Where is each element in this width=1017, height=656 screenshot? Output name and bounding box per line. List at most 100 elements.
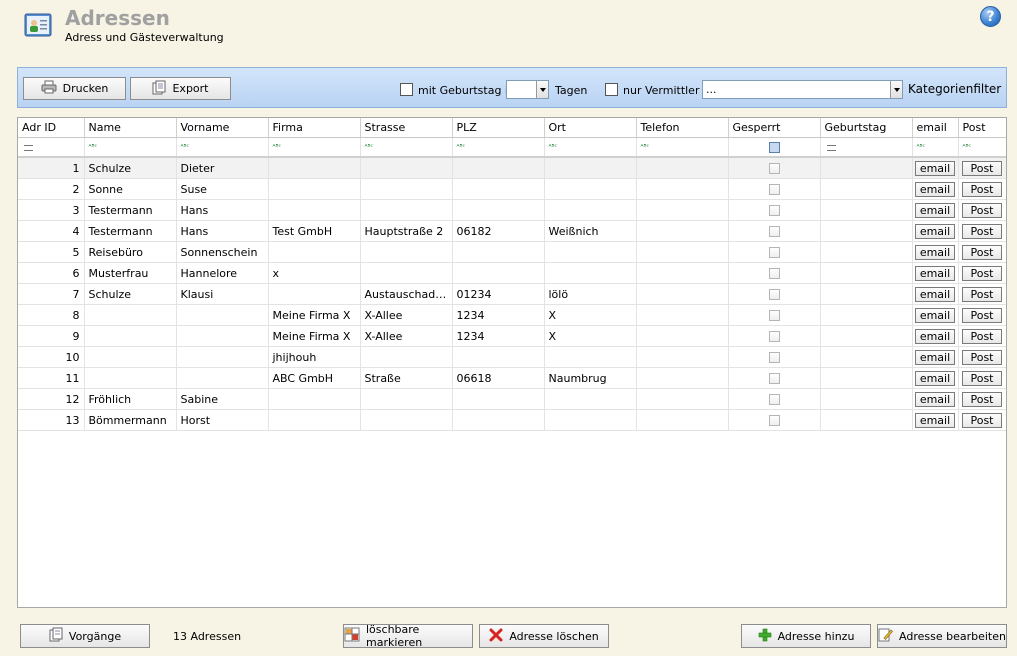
locked-checkbox[interactable]	[768, 184, 780, 195]
post-button[interactable]: Post	[962, 202, 1002, 218]
column-header-adr-id[interactable]: Adr ID	[18, 118, 85, 138]
cell-firma[interactable]	[268, 388, 361, 410]
cell-name[interactable]: Testermann	[84, 220, 177, 242]
cell-plz[interactable]	[452, 178, 545, 200]
filter-cell[interactable]: ᴬᴮᶜ	[636, 137, 729, 158]
agent-checkbox[interactable]	[605, 83, 618, 96]
chevron-down-icon[interactable]	[890, 81, 902, 98]
cell-vorname[interactable]: Hans	[176, 199, 269, 221]
cell-name[interactable]	[84, 367, 177, 389]
cell-plz[interactable]: 06618	[452, 367, 545, 389]
filter-cell[interactable]: ᴬᴮᶜ	[360, 137, 453, 158]
cell-plz[interactable]	[452, 157, 545, 179]
cell-strasse[interactable]	[360, 388, 453, 410]
email-button[interactable]: email	[915, 181, 955, 197]
cell-id[interactable]: 13	[18, 409, 85, 431]
cell-geburtstag[interactable]	[820, 262, 913, 284]
locked-checkbox[interactable]	[768, 310, 780, 321]
cell-firma[interactable]	[268, 409, 361, 431]
table-row[interactable]: 4 Testermann Hans Test GmbH Hauptstraße 2 061…	[18, 220, 1006, 242]
equals-filter-icon[interactable]	[826, 144, 836, 151]
table-row[interactable]: 8 Meine Firma X X-Allee 1234 Xemail Post	[18, 304, 1006, 326]
cell-ort[interactable]: X	[544, 304, 637, 326]
cell-ort[interactable]: X	[544, 325, 637, 347]
post-button[interactable]: Post	[962, 286, 1002, 302]
text-filter-icon[interactable]: ᴬᴮᶜ	[917, 143, 926, 152]
email-button[interactable]: email	[915, 286, 955, 302]
cell-plz[interactable]	[452, 346, 545, 368]
birthday-checkbox[interactable]	[400, 83, 413, 96]
post-button[interactable]: Post	[962, 265, 1002, 281]
locked-checkbox[interactable]	[768, 247, 780, 258]
column-header-telefon[interactable]: Telefon	[636, 118, 729, 138]
cell-id[interactable]: 9	[18, 325, 85, 347]
cell-name[interactable]: Bömmermann	[84, 409, 177, 431]
filter-cell[interactable]	[820, 137, 913, 158]
table-row[interactable]: 6 Musterfrau Hannelore x email Post	[18, 262, 1006, 284]
cell-geburtstag[interactable]	[820, 220, 913, 242]
email-button[interactable]: email	[915, 202, 955, 218]
locked-checkbox[interactable]	[768, 373, 780, 384]
cell-telefon[interactable]	[636, 241, 729, 263]
column-header-email[interactable]: email	[912, 118, 959, 138]
table-row[interactable]: 11 ABC GmbH Straße 06618 Naumbrug email Post	[18, 367, 1006, 389]
cell-firma[interactable]: jhijhouh	[268, 346, 361, 368]
cell-telefon[interactable]	[636, 262, 729, 284]
cell-geburtstag[interactable]	[820, 388, 913, 410]
post-button[interactable]: Post	[962, 307, 1002, 323]
cell-name[interactable]: Sonne	[84, 178, 177, 200]
table-row[interactable]: 3 Testermann Hans email Post	[18, 199, 1006, 221]
locked-checkbox[interactable]	[768, 394, 780, 405]
cell-vorname[interactable]: Dieter	[176, 157, 269, 179]
cell-name[interactable]: Schulze	[84, 157, 177, 179]
cell-telefon[interactable]	[636, 409, 729, 431]
cell-firma[interactable]: Test GmbH	[268, 220, 361, 242]
filter-cell[interactable]: ᴬᴮᶜ	[268, 137, 361, 158]
cell-ort[interactable]	[544, 178, 637, 200]
cell-strasse[interactable]: Hauptstraße 2	[360, 220, 453, 242]
post-button[interactable]: Post	[962, 370, 1002, 386]
text-filter-icon[interactable]: ᴬᴮᶜ	[89, 143, 98, 152]
cell-geburtstag[interactable]	[820, 367, 913, 389]
email-button[interactable]: email	[915, 349, 955, 365]
cell-vorname[interactable]	[176, 346, 269, 368]
cell-id[interactable]: 4	[18, 220, 85, 242]
email-button[interactable]: email	[915, 307, 955, 323]
locked-checkbox[interactable]	[768, 289, 780, 300]
post-button[interactable]: Post	[962, 328, 1002, 344]
cell-id[interactable]: 12	[18, 388, 85, 410]
cell-ort[interactable]: lölö	[544, 283, 637, 305]
cell-firma[interactable]	[268, 157, 361, 179]
text-filter-icon[interactable]: ᴬᴮᶜ	[641, 143, 650, 152]
table-row[interactable]: 10 jhijhouh email Post	[18, 346, 1006, 368]
cell-strasse[interactable]	[360, 346, 453, 368]
table-row[interactable]: 12 Fröhlich Sabine email Post	[18, 388, 1006, 410]
mark-deletable-button[interactable]: löschbare markieren	[343, 623, 473, 649]
cell-geburtstag[interactable]	[820, 304, 913, 326]
help-icon[interactable]: ?	[980, 6, 1001, 27]
email-button[interactable]: email	[915, 328, 955, 344]
column-header-plz[interactable]: PLZ	[452, 118, 545, 138]
filter-cell[interactable]: ᴬᴮᶜ	[84, 137, 177, 158]
email-button[interactable]: email	[915, 223, 955, 239]
cell-plz[interactable]	[452, 262, 545, 284]
cell-vorname[interactable]: Horst	[176, 409, 269, 431]
address-grid[interactable]: Adr ID Name Vorname Firma Strasse PLZ Or…	[17, 117, 1007, 608]
cell-id[interactable]: 6	[18, 262, 85, 284]
text-filter-icon[interactable]: ᴬᴮᶜ	[365, 143, 374, 152]
cell-strasse[interactable]	[360, 409, 453, 431]
filter-cell[interactable]: ᴬᴮᶜ	[176, 137, 269, 158]
cell-vorname[interactable]	[176, 304, 269, 326]
cell-strasse[interactable]: X-Allee	[360, 304, 453, 326]
cell-ort[interactable]: Weißnich	[544, 220, 637, 242]
cell-ort[interactable]: Naumbrug	[544, 367, 637, 389]
column-header-gesperrt[interactable]: Gesperrt	[728, 118, 821, 138]
cell-id[interactable]: 5	[18, 241, 85, 263]
cell-ort[interactable]	[544, 241, 637, 263]
cell-firma[interactable]: Meine Firma X	[268, 304, 361, 326]
cell-strasse[interactable]	[360, 199, 453, 221]
filter-cell[interactable]	[18, 137, 85, 158]
post-button[interactable]: Post	[962, 349, 1002, 365]
cell-geburtstag[interactable]	[820, 241, 913, 263]
cell-plz[interactable]	[452, 388, 545, 410]
